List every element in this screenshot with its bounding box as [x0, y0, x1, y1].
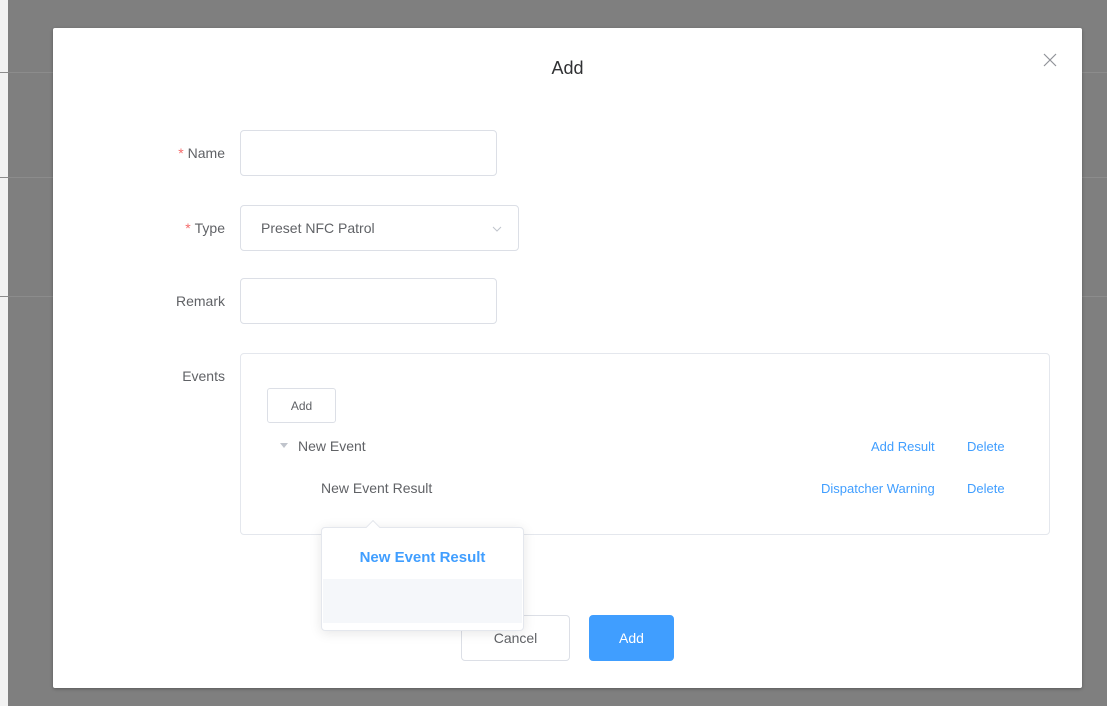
required-mark: *	[185, 220, 191, 236]
tree-node-label[interactable]: New Event	[298, 438, 366, 454]
delete-event-link[interactable]: Delete	[967, 439, 1005, 454]
name-input[interactable]	[240, 130, 497, 176]
add-result-link[interactable]: Add Result	[871, 439, 935, 454]
close-icon[interactable]	[1042, 52, 1058, 68]
remark-label: Remark	[175, 293, 225, 309]
type-label: * Type	[185, 220, 225, 236]
required-mark: *	[178, 145, 184, 161]
events-label: Events	[182, 368, 225, 384]
chevron-down-icon	[492, 226, 502, 232]
popover-option-new-event-result[interactable]: New Event Result	[322, 542, 523, 580]
add-event-button[interactable]: Add	[267, 388, 336, 423]
type-select[interactable]: Preset NFC Patrol	[240, 205, 519, 251]
background-page-edge	[0, 0, 8, 706]
popover-option-empty[interactable]	[323, 579, 522, 623]
name-label: * Name	[178, 145, 225, 161]
dispatcher-warning-link[interactable]: Dispatcher Warning	[821, 481, 935, 496]
tree-child-label[interactable]: New Event Result	[321, 480, 432, 496]
delete-result-link[interactable]: Delete	[967, 481, 1005, 496]
result-popover: New Event Result	[321, 519, 524, 631]
confirm-add-button[interactable]: Add	[589, 615, 674, 661]
type-select-value: Preset NFC Patrol	[261, 220, 375, 236]
events-panel: Add New Event Add Result Delete New Even…	[240, 353, 1050, 535]
remark-input[interactable]	[240, 278, 497, 324]
caret-down-icon[interactable]	[280, 443, 288, 448]
add-dialog: Add * Name * Type Preset NFC Patrol Remark…	[53, 28, 1082, 688]
dialog-title: Add	[551, 58, 584, 78]
